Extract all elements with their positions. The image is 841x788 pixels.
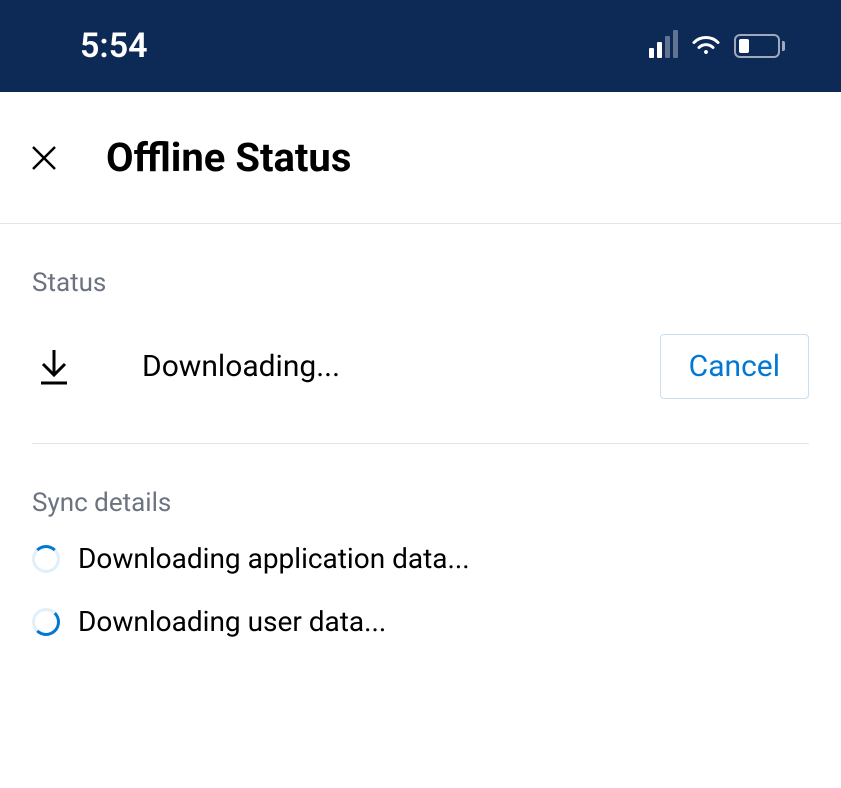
content: Status Downloading... Cancel Sync detail… bbox=[0, 268, 841, 638]
battery-icon bbox=[734, 34, 785, 58]
download-icon bbox=[36, 349, 72, 385]
status-icons bbox=[649, 34, 785, 58]
sync-item: Downloading user data... bbox=[32, 605, 809, 638]
wifi-icon bbox=[690, 34, 722, 58]
status-time: 5:54 bbox=[80, 26, 148, 66]
status-text: Downloading... bbox=[142, 349, 660, 384]
page-title: Offline Status bbox=[106, 134, 351, 181]
sync-item-text: Downloading application data... bbox=[78, 542, 470, 575]
sync-item-text: Downloading user data... bbox=[78, 605, 386, 638]
cellular-signal-icon bbox=[649, 34, 678, 58]
sync-item: Downloading application data... bbox=[32, 542, 809, 575]
close-button[interactable] bbox=[24, 138, 64, 178]
nav-header: Offline Status bbox=[0, 92, 841, 224]
cancel-button[interactable]: Cancel bbox=[660, 334, 809, 399]
close-icon bbox=[30, 144, 58, 172]
spinner-icon bbox=[32, 545, 60, 573]
spinner-icon bbox=[32, 608, 60, 636]
status-row: Downloading... Cancel bbox=[32, 322, 809, 444]
sync-details-section-label: Sync details bbox=[32, 488, 809, 518]
status-section-label: Status bbox=[32, 268, 809, 298]
device-status-bar: 5:54 bbox=[0, 0, 841, 92]
